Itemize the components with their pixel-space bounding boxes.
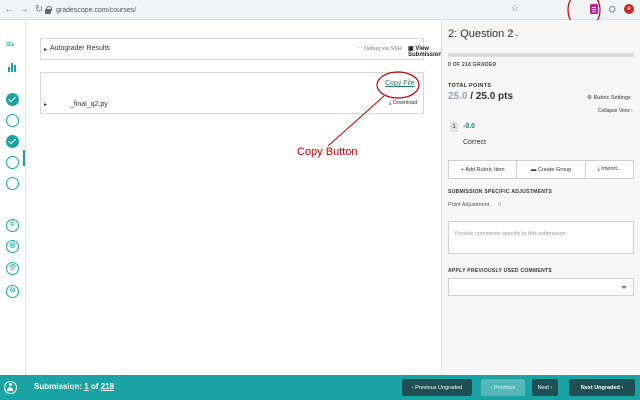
next-button[interactable]: Next › bbox=[532, 379, 558, 396]
question-navigation-icon[interactable]: ⌃⌄ bbox=[508, 30, 520, 38]
student-identity-icon[interactable] bbox=[4, 381, 17, 394]
rubric-item-hotkey[interactable]: 1 bbox=[450, 122, 458, 132]
total-points-label: TOTAL POINTS bbox=[448, 83, 492, 89]
collapse-view-button[interactable]: Collapse View › bbox=[598, 108, 633, 114]
rubric-item-value[interactable]: -0.0 bbox=[463, 123, 475, 130]
create-group-button[interactable]: ▬ Create Group bbox=[517, 161, 586, 178]
next-ungraded-button[interactable]: Next Ungraded › bbox=[569, 379, 635, 396]
copy-button-annotation: Copy Button bbox=[297, 146, 358, 158]
copy-pointer-line bbox=[327, 95, 385, 147]
points-display: 25.0 / 25.0 pts bbox=[448, 91, 513, 102]
point-adjustment-input[interactable]: 0 bbox=[498, 202, 501, 208]
submission-of: of bbox=[88, 382, 101, 391]
previous-ungraded-button[interactable]: ‹ Previous Ungraded bbox=[402, 379, 472, 396]
submission-counter: Submission: 1 of 218 bbox=[34, 382, 114, 391]
rubric-settings-button[interactable]: ⚙ Rubric Settings bbox=[587, 95, 631, 101]
import-button[interactable]: ⤓ Import... bbox=[586, 161, 633, 178]
previous-comments-label: APPLY PREVIOUSLY USED COMMENTS bbox=[448, 268, 553, 274]
rubric-actions: + Add Rubric Item ▬ Create Group ⤓ Impor… bbox=[448, 160, 634, 179]
comment-textarea[interactable]: Provide comments specific to this submis… bbox=[448, 221, 634, 254]
copy-highlight-circle bbox=[376, 71, 420, 99]
previous-comments-select[interactable] bbox=[448, 278, 634, 296]
rubric-item-description[interactable]: Correct bbox=[463, 139, 486, 146]
point-adjustment-label: Point Adjustment bbox=[448, 202, 490, 208]
question-title: 2: Question 2 bbox=[448, 28, 514, 40]
points-earned: 25.0 bbox=[448, 91, 468, 102]
graded-count: 0 OF 218 GRADED bbox=[448, 62, 497, 68]
grading-progress-bar bbox=[448, 53, 634, 57]
submission-total: 218 bbox=[100, 382, 115, 391]
add-rubric-item-button[interactable]: + Add Rubric Item bbox=[449, 161, 518, 178]
points-separator: / bbox=[467, 91, 476, 102]
submission-adjustments-label: SUBMISSION SPECIFIC ADJUSTMENTS bbox=[448, 189, 553, 195]
previous-button[interactable]: ‹ Previous bbox=[481, 379, 525, 396]
submission-label: Submission: bbox=[34, 382, 85, 391]
points-total: 25.0 pts bbox=[475, 91, 514, 102]
grading-sidebar bbox=[441, 20, 640, 375]
